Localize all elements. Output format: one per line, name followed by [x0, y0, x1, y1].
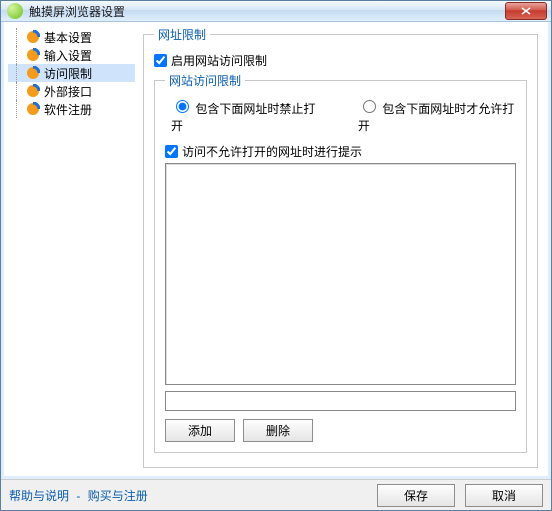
- sidebar-item-register[interactable]: 软件注册: [8, 100, 135, 118]
- radio-row: 包含下面网址时禁止打开 包含下面网址时才允许打开: [171, 97, 516, 134]
- content-panel: 网址限制 启用网站访问限制 网站访问限制 包含下面网址时禁止打开: [139, 22, 548, 476]
- inner-groupbox-legend: 网站访问限制: [165, 72, 245, 89]
- radio-allow-label[interactable]: 包含下面网址时才允许打开: [358, 102, 514, 133]
- swirl-icon: [26, 84, 40, 98]
- radio-block-label[interactable]: 包含下面网址时禁止打开: [171, 102, 315, 133]
- footer-links: 帮助与说明 - 购买与注册: [9, 487, 377, 504]
- close-button[interactable]: [505, 2, 547, 20]
- footer-actions: 保存 取消: [377, 484, 543, 507]
- radio-block[interactable]: [176, 100, 189, 113]
- swirl-icon: [26, 48, 40, 62]
- delete-button[interactable]: 删除: [243, 419, 313, 442]
- sidebar-item-access[interactable]: 访问限制: [8, 64, 135, 82]
- sidebar-item-label: 访问限制: [44, 65, 92, 82]
- sidebar-item-label: 基本设置: [44, 29, 92, 46]
- sidebar-item-label: 软件注册: [44, 101, 92, 118]
- swirl-icon: [26, 102, 40, 116]
- add-button[interactable]: 添加: [165, 419, 235, 442]
- settings-window: 触摸屏浏览器设置 基本设置 输入设置 访问限制: [0, 0, 552, 511]
- sidebar: 基本设置 输入设置 访问限制 外部接口: [4, 22, 139, 476]
- enable-label[interactable]: 启用网站访问限制: [171, 52, 267, 69]
- help-link[interactable]: 帮助与说明: [9, 489, 69, 503]
- enable-row: 启用网站访问限制: [154, 52, 527, 69]
- sidebar-item-external[interactable]: 外部接口: [8, 82, 135, 100]
- buy-link[interactable]: 购买与注册: [88, 489, 148, 503]
- url-input[interactable]: [165, 391, 516, 411]
- window-body: 基本设置 输入设置 访问限制 外部接口: [1, 22, 551, 479]
- enable-checkbox[interactable]: [154, 54, 167, 67]
- save-button[interactable]: 保存: [377, 484, 455, 507]
- sidebar-item-input[interactable]: 输入设置: [8, 46, 135, 64]
- close-icon: [521, 7, 531, 15]
- radio-allow[interactable]: [363, 100, 376, 113]
- sidebar-item-basic[interactable]: 基本设置: [8, 28, 135, 46]
- app-icon: [7, 3, 23, 19]
- url-listbox[interactable]: [165, 163, 516, 385]
- prompt-checkbox[interactable]: [165, 145, 178, 158]
- titlebar: 触摸屏浏览器设置: [1, 1, 551, 22]
- sidebar-item-label: 外部接口: [44, 83, 92, 100]
- swirl-icon: [26, 66, 40, 80]
- list-buttons: 添加 删除: [165, 419, 516, 442]
- footer: 帮助与说明 - 购买与注册 保存 取消: [1, 479, 551, 510]
- sidebar-item-label: 输入设置: [44, 47, 92, 64]
- window-title: 触摸屏浏览器设置: [29, 3, 505, 20]
- inner-groupbox: 网站访问限制 包含下面网址时禁止打开 包含下面网址时才允许打开: [154, 72, 527, 453]
- prompt-row: 访问不允许打开的网址时进行提示: [165, 143, 516, 160]
- outer-groupbox-legend: 网址限制: [154, 26, 210, 43]
- cancel-button[interactable]: 取消: [465, 484, 543, 507]
- swirl-icon: [26, 30, 40, 44]
- separator: -: [76, 489, 80, 503]
- outer-groupbox: 网址限制 启用网站访问限制 网站访问限制 包含下面网址时禁止打开: [143, 26, 538, 468]
- prompt-label[interactable]: 访问不允许打开的网址时进行提示: [182, 143, 362, 160]
